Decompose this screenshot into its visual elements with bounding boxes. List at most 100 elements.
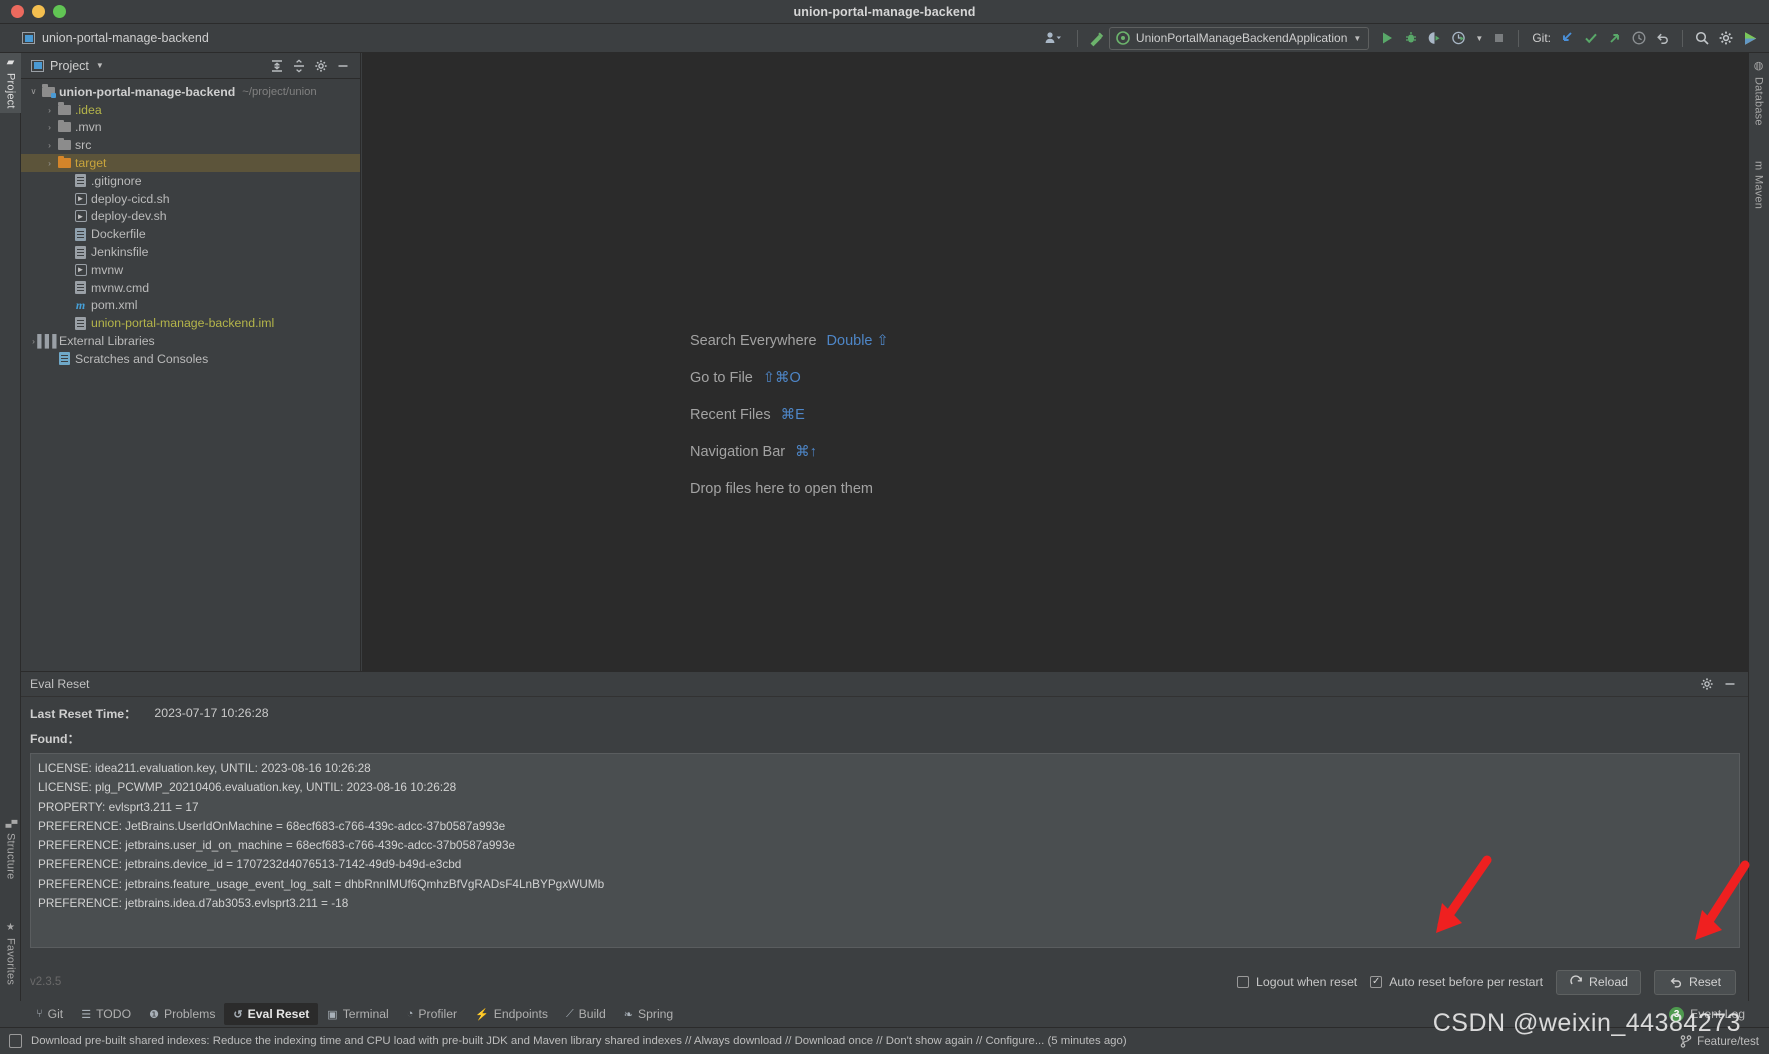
eval-reset-log[interactable]: LICENSE: idea211.evaluation.key, UNTIL: … — [30, 753, 1740, 948]
text-file-icon — [75, 245, 86, 259]
sidebar-item-project[interactable]: ▰ Project — [0, 53, 21, 113]
tree-row[interactable]: › target — [21, 154, 360, 172]
sidebar-item-favorites[interactable]: ★ Favorites — [0, 918, 21, 989]
bottom-tab-problems[interactable]: ❶ Problems — [140, 1003, 224, 1025]
tree-row[interactable]: union-portal-manage-backend.iml — [21, 314, 360, 332]
rollback-icon[interactable] — [1651, 26, 1675, 50]
history-icon[interactable] — [1627, 26, 1651, 50]
git-push-icon[interactable] — [1603, 26, 1627, 50]
tree-row[interactable]: › ▌▌▌ External Libraries — [21, 332, 360, 350]
tree-row[interactable]: Scratches and Consoles — [21, 350, 360, 368]
user-icon[interactable] — [1036, 26, 1070, 50]
run-configuration-selector[interactable]: UnionPortalManageBackendApplication ▼ — [1108, 26, 1370, 50]
text-file-icon — [75, 281, 86, 295]
bottom-tab-endpoints[interactable]: ⚡ Endpoints — [466, 1003, 557, 1025]
bottom-tab-build[interactable]: ⟋ Build — [557, 1003, 615, 1025]
tree-expand-arrow[interactable]: ∨ — [27, 86, 40, 97]
bottom-tab-todo[interactable]: ☰ TODO — [72, 1003, 140, 1025]
bottom-tab-terminal[interactable]: ▣ Terminal — [318, 1003, 397, 1025]
branch-icon — [1680, 1034, 1692, 1048]
tree-row[interactable]: › src — [21, 136, 360, 154]
tree-row[interactable]: Dockerfile — [21, 225, 360, 243]
run-icon[interactable] — [1375, 26, 1399, 50]
tree-expand-arrow[interactable]: › — [43, 140, 56, 150]
chevron-down-icon[interactable]: ▼ — [1471, 26, 1487, 50]
tree-row[interactable]: .gitignore — [21, 172, 360, 190]
bottom-tab-label: Endpoints — [493, 1007, 548, 1021]
sidebar-item-database[interactable]: ◍ Database — [1748, 55, 1769, 130]
tree-row[interactable]: Jenkinsfile — [21, 243, 360, 261]
chevron-down-icon[interactable]: ▼ — [96, 61, 104, 70]
tree-row[interactable]: › .mvn — [21, 119, 360, 137]
debug-icon[interactable] — [1399, 26, 1423, 50]
sidebar-item-structure[interactable]: ▚ Structure — [0, 816, 21, 883]
tree-row[interactable]: ► deploy-cicd.sh — [21, 190, 360, 208]
hammer-icon[interactable] — [1085, 26, 1109, 50]
bottom-tab-eval-reset[interactable]: ↺ Eval Reset — [224, 1003, 319, 1025]
gear-icon[interactable] — [1697, 674, 1717, 694]
bottom-tab-label: Profiler — [418, 1007, 458, 1021]
reload-button[interactable]: Reload — [1556, 969, 1641, 995]
status-message[interactable]: Download pre-built shared indexes: Reduc… — [22, 1035, 1127, 1047]
tree-row[interactable]: › .idea — [21, 101, 360, 119]
sidebar-item-maven[interactable]: m Maven — [1748, 157, 1769, 213]
project-tab[interactable]: union-portal-manage-backend — [0, 31, 209, 45]
tree-row-label: Jenkinsfile — [91, 245, 149, 260]
endpoints-icon: ⚡ — [475, 1008, 489, 1021]
tree-row-label: union-portal-manage-backend.iml — [91, 316, 275, 331]
tree-expand-arrow[interactable]: › — [43, 122, 56, 132]
tree-row-path: ~/project/union — [242, 85, 317, 98]
tree-expand-arrow[interactable]: › — [43, 105, 56, 115]
notification-icon[interactable] — [9, 1034, 22, 1048]
event-log-label: Event Log — [1690, 1007, 1745, 1021]
event-log-button[interactable]: 3 Event Log — [1669, 1001, 1745, 1027]
gear-icon[interactable] — [311, 56, 331, 76]
tree-row[interactable]: m pom.xml — [21, 297, 360, 315]
logout-when-reset-checkbox[interactable]: Logout when reset — [1237, 975, 1357, 989]
profiler-icon[interactable] — [1447, 26, 1471, 50]
expand-all-icon[interactable] — [267, 56, 287, 76]
tree-row[interactable]: ► deploy-dev.sh — [21, 208, 360, 226]
tree-row[interactable]: mvnw.cmd — [21, 279, 360, 297]
gear-icon[interactable] — [1714, 26, 1738, 50]
project-file-tree[interactable]: ∨ union-portal-manage-backend ~/project/un… — [21, 79, 360, 671]
folder-icon — [58, 137, 71, 151]
bottom-tab-git[interactable]: ⑂ Git — [27, 1003, 72, 1025]
bottom-tab-profiler[interactable]: ◔ Profiler — [398, 1003, 466, 1025]
bottom-tab-label: Git — [47, 1007, 64, 1021]
reset-button[interactable]: Reset — [1654, 969, 1736, 995]
docker-file-icon — [75, 227, 86, 241]
tree-row-label: Scratches and Consoles — [75, 351, 209, 366]
checkbox-box — [1237, 976, 1250, 988]
bottom-tab-spring[interactable]: ❧ Spring — [615, 1003, 682, 1025]
collapse-all-icon[interactable] — [289, 56, 309, 76]
tree-row-label: deploy-dev.sh — [91, 209, 167, 224]
star-icon: ★ — [5, 921, 16, 933]
terminal-icon: ▣ — [327, 1008, 338, 1021]
hide-panel-icon[interactable] — [1720, 674, 1740, 694]
maven-icon: m — [1752, 161, 1765, 171]
plugin-icon[interactable] — [1738, 26, 1762, 50]
editor-hint: Go to File ⇧⌘O — [690, 370, 889, 386]
tree-row[interactable]: ► mvnw — [21, 261, 360, 279]
tree-row-label: mvnw.cmd — [91, 280, 150, 295]
bottom-tab-label: Build — [578, 1007, 606, 1021]
log-line: PREFERENCE: jetbrains.idea.d7ab3053.evls… — [38, 896, 349, 911]
sidebar-item-database-label: Database — [1752, 77, 1765, 126]
search-icon[interactable] — [1690, 26, 1714, 50]
last-reset-time-row: Last Reset Time： 2023-07-17 10:26:28 — [30, 704, 1740, 722]
git-commit-icon[interactable] — [1579, 26, 1603, 50]
coverage-icon[interactable] — [1423, 26, 1447, 50]
tree-row-label: pom.xml — [91, 298, 138, 313]
tree-expand-arrow[interactable]: › — [43, 158, 56, 168]
gitignore-file-icon — [75, 174, 86, 188]
auto-reset-checkbox[interactable]: ✓ Auto reset before per restart — [1370, 975, 1543, 989]
hide-panel-icon[interactable] — [333, 56, 353, 76]
spring-icon: ❧ — [623, 1008, 633, 1021]
stop-icon[interactable] — [1487, 26, 1511, 50]
bottom-tab-label: Eval Reset — [247, 1007, 310, 1021]
git-branch-label: Feature/test — [1697, 1034, 1759, 1048]
tree-row[interactable]: ∨ union-portal-manage-backend ~/project/un… — [21, 83, 360, 101]
git-update-icon[interactable] — [1555, 26, 1579, 50]
git-branch-indicator[interactable]: Feature/test — [1680, 1035, 1759, 1048]
